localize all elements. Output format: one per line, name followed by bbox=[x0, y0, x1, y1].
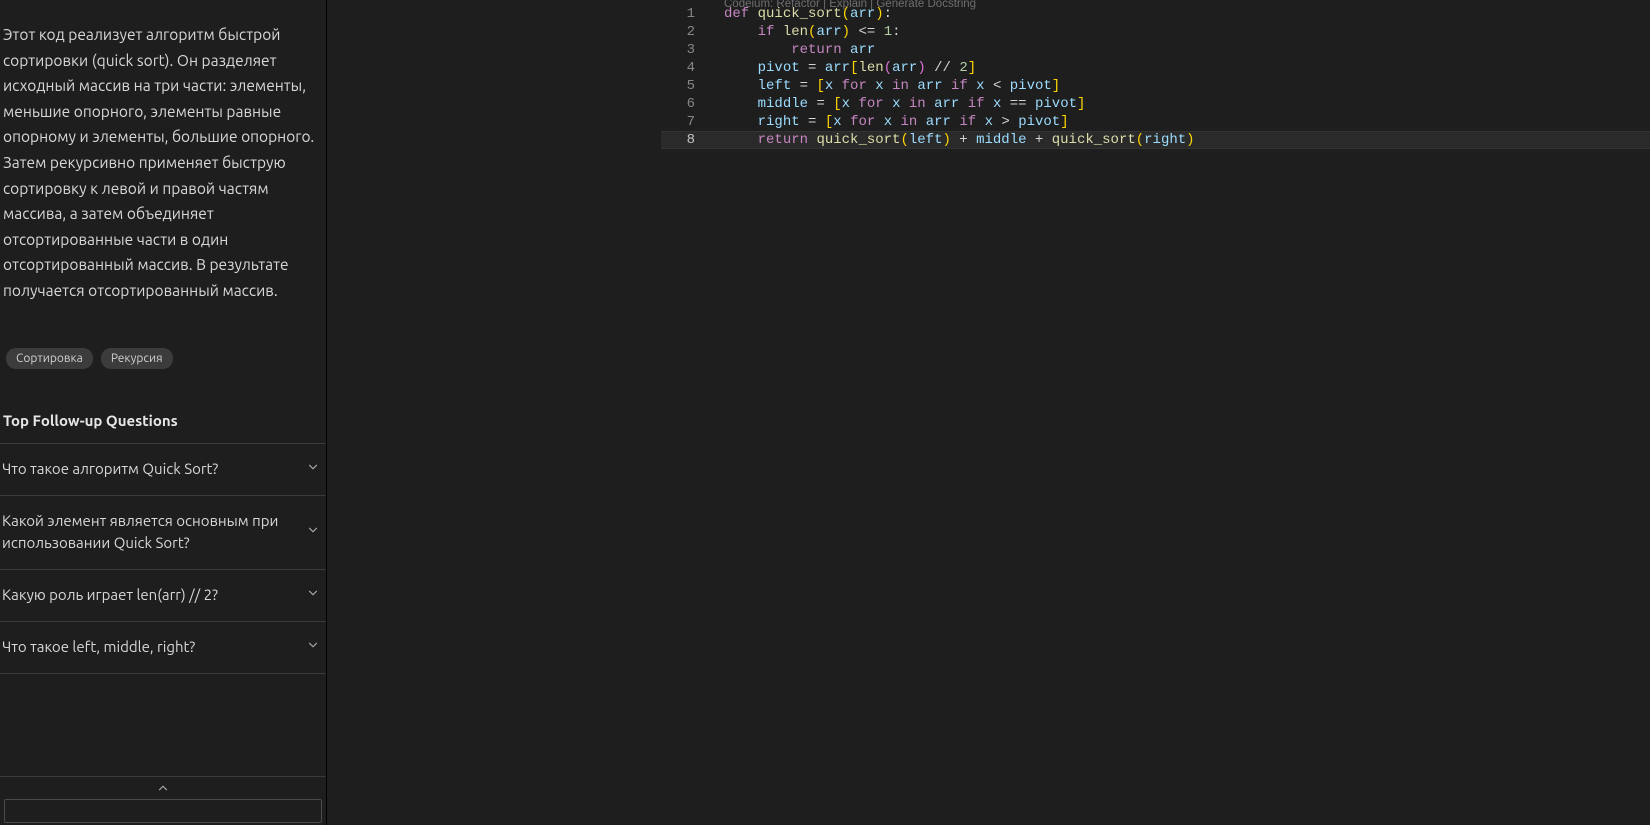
followup-list: Что такое алгоритм Quick Sort? Какой эле… bbox=[0, 443, 326, 674]
followup-item[interactable]: Что такое алгоритм Quick Sort? bbox=[0, 444, 326, 496]
code-line: pivot = arr[len(arr) // 2] bbox=[724, 59, 1195, 77]
app-root: Этот код реализует алгоритм быстрой сорт… bbox=[0, 0, 1650, 825]
followup-heading: Top Follow-up Questions bbox=[0, 369, 326, 443]
line-number: 3 bbox=[327, 41, 695, 59]
code-editor[interactable]: Codeium: Refactor | Explain | Generate D… bbox=[327, 0, 1650, 825]
chevron-down-icon bbox=[306, 638, 320, 656]
chevron-up-icon bbox=[156, 781, 170, 795]
collapse-handle[interactable] bbox=[0, 777, 326, 799]
line-number: 8 bbox=[327, 131, 695, 149]
line-number: 2 bbox=[327, 23, 695, 41]
followup-item[interactable]: Какую роль играет len(arr) // 2? bbox=[0, 570, 326, 622]
code-line: return arr bbox=[724, 41, 1195, 59]
sidebar-panel: Этот код реализует алгоритм быстрой сорт… bbox=[0, 0, 327, 825]
followup-item[interactable]: Что такое left, middle, right? bbox=[0, 622, 326, 674]
chevron-down-icon bbox=[306, 460, 320, 478]
chevron-down-icon bbox=[306, 523, 320, 541]
line-number: 6 bbox=[327, 95, 695, 113]
chat-input[interactable] bbox=[4, 799, 322, 823]
tag-item[interactable]: Рекурсия bbox=[101, 348, 173, 369]
followup-text: Какую роль играет len(arr) // 2? bbox=[2, 584, 306, 606]
code-content[interactable]: def quick_sort(arr): if len(arr) <= 1: r… bbox=[724, 5, 1195, 149]
followup-text: Что такое алгоритм Quick Sort? bbox=[2, 458, 306, 480]
sidebar-header bbox=[0, 0, 326, 12]
line-number: 4 bbox=[327, 59, 695, 77]
code-line: if len(arr) <= 1: bbox=[724, 23, 1195, 41]
code-line: right = [x for x in arr if x > pivot] bbox=[724, 113, 1195, 131]
code-description: Этот код реализует алгоритм быстрой сорт… bbox=[0, 12, 326, 304]
tag-list: Сортировка Рекурсия bbox=[0, 304, 326, 369]
followup-item[interactable]: Какой элемент является основным при испо… bbox=[0, 496, 326, 570]
line-number: 5 bbox=[327, 77, 695, 95]
line-number: 1 bbox=[327, 5, 695, 23]
code-line: middle = [x for x in arr if x == pivot] bbox=[724, 95, 1195, 113]
code-line: return quick_sort(left) + middle + quick… bbox=[724, 131, 1195, 149]
line-number-gutter: 1 2 3 4 5 6 7 8 bbox=[327, 5, 705, 149]
followup-text: Какой элемент является основным при испо… bbox=[2, 510, 306, 554]
chevron-down-icon bbox=[306, 586, 320, 604]
followup-text: Что такое left, middle, right? bbox=[2, 636, 306, 658]
code-line: left = [x for x in arr if x < pivot] bbox=[724, 77, 1195, 95]
tag-item[interactable]: Сортировка bbox=[6, 348, 93, 369]
line-number: 7 bbox=[327, 113, 695, 131]
code-line: def quick_sort(arr): bbox=[724, 5, 1195, 23]
sidebar-bottom bbox=[0, 776, 326, 825]
